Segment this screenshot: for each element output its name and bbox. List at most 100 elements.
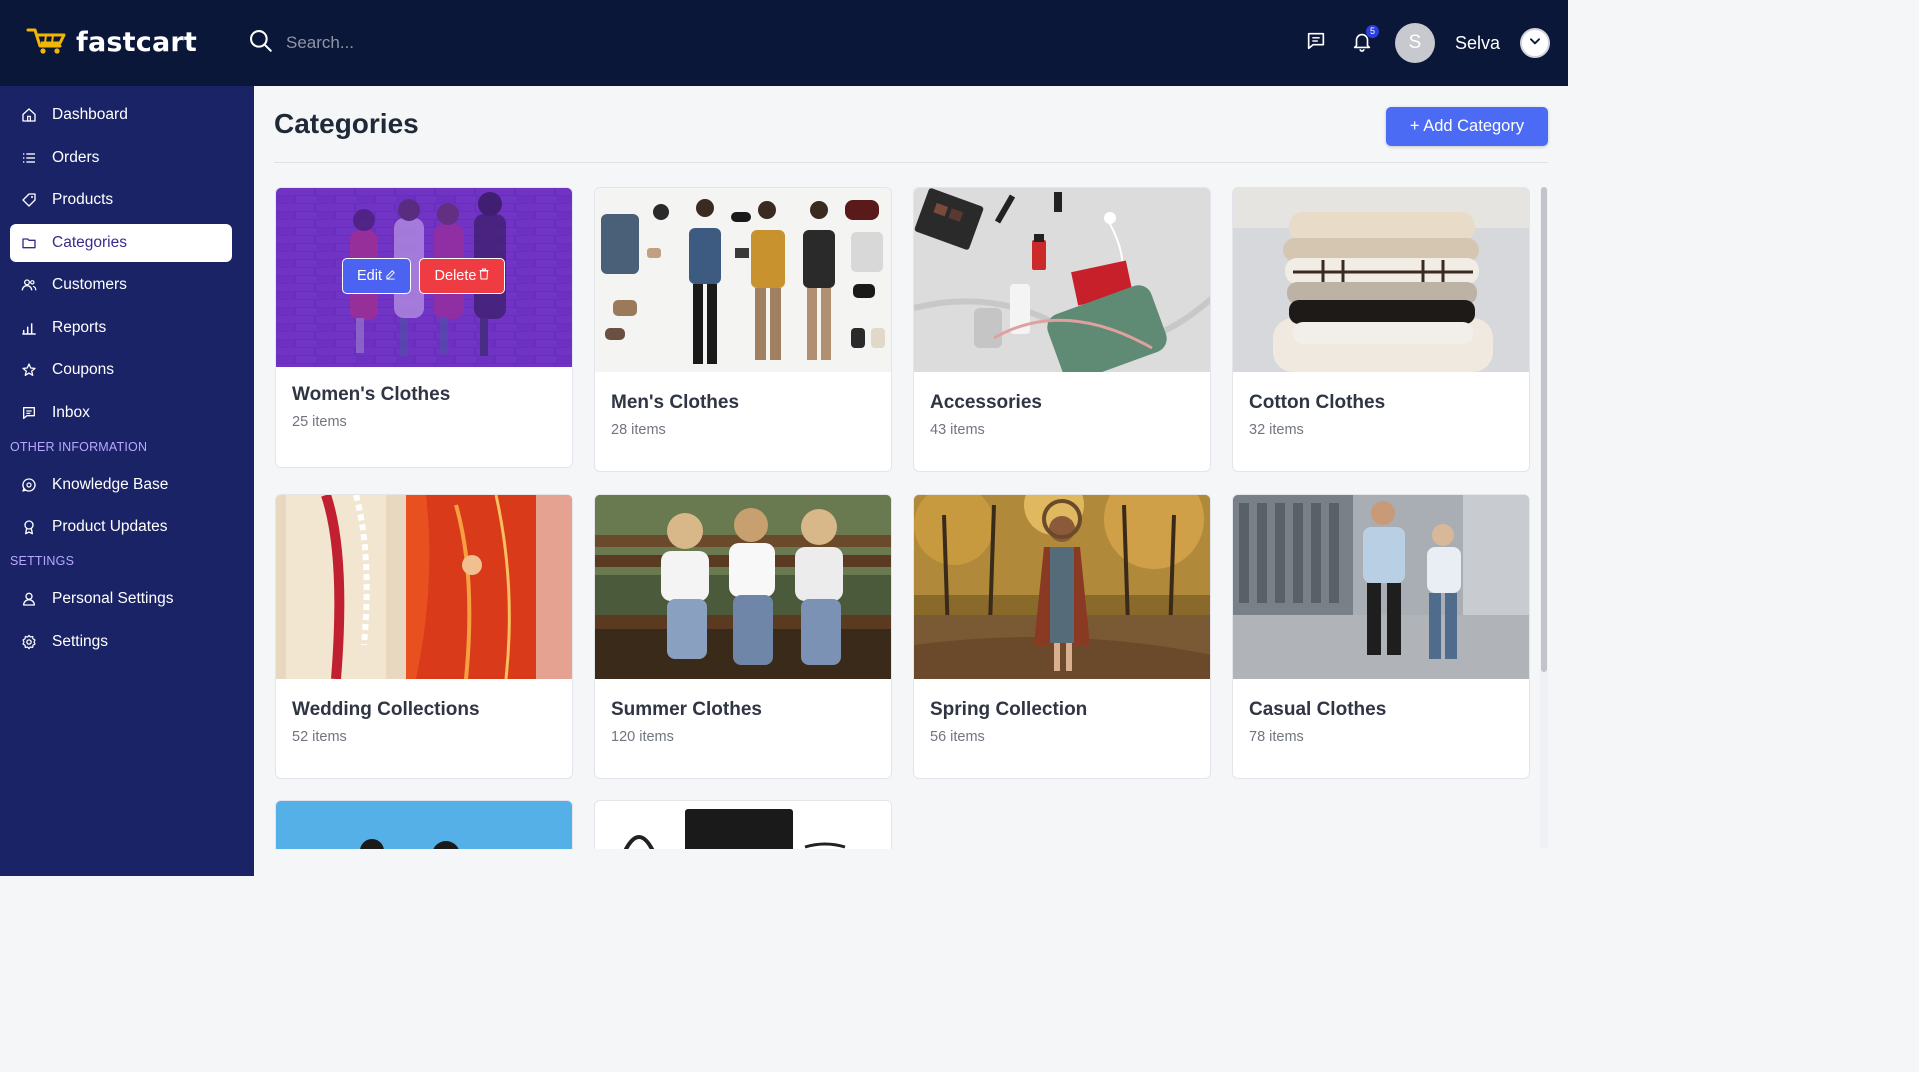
header-divider [274, 162, 1548, 163]
category-image [595, 188, 891, 372]
category-name: Women's Clothes [292, 384, 451, 405]
category-name: Wedding Collections [292, 699, 480, 720]
category-card-summer-clothes[interactable]: Summer Clothes 120 items [594, 494, 892, 779]
sidebar-item-orders[interactable]: Orders [10, 139, 232, 177]
sidebar-item-label: Knowledge Base [52, 475, 169, 493]
category-image [914, 495, 1210, 679]
sidebar-item-settings[interactable]: Settings [10, 623, 232, 661]
category-image [1233, 495, 1529, 679]
category-image [276, 495, 572, 679]
category-image [914, 188, 1210, 372]
message-icon [1305, 30, 1327, 57]
category-image [595, 495, 891, 679]
sidebar-item-reports[interactable]: Reports [10, 309, 232, 347]
category-grid: Edit Delete Women's Clothes 25 items Men… [275, 187, 1535, 849]
messages-button[interactable] [1303, 30, 1329, 56]
chat-circle-icon [20, 476, 38, 494]
add-category-button[interactable]: + Add Category [1386, 107, 1548, 146]
category-card-spring-collection[interactable]: Spring Collection 56 items [913, 494, 1211, 779]
delete-category-button[interactable]: Delete [419, 258, 505, 294]
top-bar: fastcart 5 S Selva [0, 0, 1568, 86]
search-input[interactable] [284, 32, 584, 54]
gear-icon [20, 633, 38, 651]
category-card-mens-clothes[interactable]: Men's Clothes 28 items [594, 187, 892, 472]
sidebar-item-label: Coupons [52, 361, 115, 378]
sidebar-item-label: Inbox [52, 403, 90, 421]
category-card[interactable] [275, 800, 573, 849]
section-label-settings: SETTINGS [10, 554, 75, 568]
sidebar-item-inbox[interactable]: Inbox [10, 394, 232, 432]
username: Selva [1454, 32, 1500, 53]
category-image [595, 801, 891, 849]
sidebar-item-personal-settings[interactable]: Personal Settings [10, 580, 232, 618]
category-card-wedding-collections[interactable]: Wedding Collections 52 items [275, 494, 573, 779]
star-icon [20, 361, 38, 379]
brand-logo[interactable]: fastcart [26, 24, 197, 61]
avatar[interactable]: S [1394, 23, 1435, 63]
page-title: Categories [274, 108, 419, 139]
category-image [276, 801, 572, 849]
sidebar-item-label: Products [52, 191, 114, 208]
sidebar-item-label: Product Updates [52, 518, 168, 535]
category-count: 52 items [292, 729, 347, 745]
tag-icon [20, 191, 38, 209]
category-count: 28 items [611, 422, 666, 438]
category-image: Edit Delete [276, 188, 572, 367]
category-count: 78 items [1249, 729, 1304, 745]
header-actions: 5 S Selva [1303, 0, 1550, 86]
sidebar-item-customers[interactable]: Customers [10, 266, 232, 304]
notifications-button[interactable]: 5 [1349, 25, 1379, 56]
users-icon [20, 276, 38, 294]
category-count: 25 items [292, 414, 347, 430]
category-card-womens-clothes[interactable]: Edit Delete Women's Clothes 25 items [275, 187, 573, 468]
brand-name: fastcart [76, 27, 197, 58]
card-hover-actions: Edit Delete [342, 258, 505, 294]
category-name: Casual Clothes [1249, 699, 1387, 720]
category-count: 56 items [930, 729, 985, 745]
sidebar: Dashboard Orders Products Categories Cus… [0, 86, 254, 876]
award-icon [20, 518, 38, 536]
main-content: Categories + Add Category Edit Delete Wo… [254, 86, 1568, 876]
sidebar-item-label: Reports [52, 318, 107, 336]
pencil-icon [385, 268, 396, 284]
sidebar-item-label: Dashboard [52, 106, 128, 123]
trash-icon [479, 268, 489, 284]
sidebar-item-categories[interactable]: Categories [10, 223, 232, 262]
category-card-cotton-clothes[interactable]: Cotton Clothes 32 items [1232, 187, 1530, 472]
bar-chart-icon [20, 319, 38, 337]
cart-logo-icon [26, 24, 68, 61]
sidebar-item-label: Personal Settings [52, 590, 174, 607]
search-icon[interactable] [248, 28, 274, 59]
sidebar-item-label: Settings [52, 632, 109, 650]
category-card[interactable] [594, 800, 892, 849]
category-count: 32 items [1249, 422, 1304, 438]
section-label-other: OTHER INFORMATION [10, 439, 148, 454]
category-name: Spring Collection [930, 699, 1088, 720]
category-image [1233, 188, 1529, 372]
sidebar-item-label: Orders [52, 148, 100, 166]
scrollbar-thumb[interactable] [1541, 187, 1547, 672]
user-icon [20, 590, 38, 608]
list-icon [20, 149, 38, 167]
category-name: Cotton Clothes [1249, 392, 1386, 413]
home-icon [20, 106, 38, 124]
category-card-casual-clothes[interactable]: Casual Clothes 78 items [1232, 494, 1530, 779]
sidebar-item-dashboard[interactable]: Dashboard [10, 96, 232, 134]
category-name: Accessories [930, 392, 1042, 413]
sidebar-item-coupons[interactable]: Coupons [10, 351, 232, 389]
sidebar-item-products[interactable]: Products [10, 181, 232, 219]
grid-scrollbar[interactable] [1540, 187, 1548, 849]
edit-category-button[interactable]: Edit [342, 258, 411, 294]
notification-badge: 5 [1365, 25, 1379, 38]
category-name: Summer Clothes [611, 699, 762, 720]
account-menu-button[interactable] [1520, 28, 1550, 58]
category-count: 43 items [930, 422, 985, 438]
category-card-accessories[interactable]: Accessories 43 items [913, 187, 1211, 472]
folder-icon [20, 234, 38, 252]
category-name: Men's Clothes [611, 392, 740, 413]
message-icon [20, 404, 38, 422]
sidebar-item-product-updates[interactable]: Product Updates [10, 508, 232, 546]
sidebar-item-knowledge-base[interactable]: Knowledge Base [10, 466, 232, 504]
search-bar [248, 26, 648, 60]
sidebar-item-label: Customers [52, 276, 127, 293]
